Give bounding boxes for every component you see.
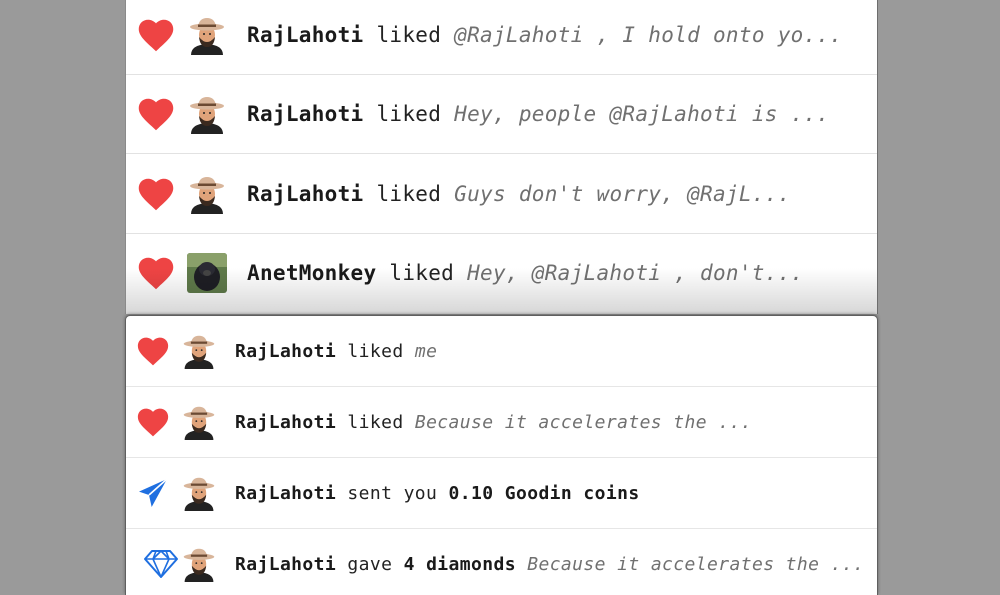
notification-text: RajLahoti liked me bbox=[235, 341, 437, 362]
action-verb: liked bbox=[347, 340, 404, 362]
action-verb: sent you bbox=[347, 482, 438, 504]
post-snippet[interactable]: Because it accelerates the ... bbox=[415, 412, 752, 433]
cowboy-hat-avatar[interactable] bbox=[187, 94, 227, 134]
notification-row[interactable]: RajLahoti liked @RajLahoti , I hold onto… bbox=[126, 0, 877, 75]
post-snippet[interactable]: Hey, @RajLahoti , don't... bbox=[467, 261, 804, 285]
username[interactable]: RajLahoti bbox=[235, 554, 336, 575]
notification-row[interactable]: RajLahoti liked Hey, people @RajLahoti i… bbox=[126, 75, 877, 154]
username[interactable]: AnetMonkey bbox=[247, 261, 376, 285]
diamond-amount: 4 diamonds bbox=[403, 553, 516, 575]
heart-icon bbox=[138, 177, 174, 211]
coin-amount: 0.10 Goodin coins bbox=[448, 482, 640, 504]
cowboy-hat-avatar[interactable] bbox=[181, 404, 217, 440]
username[interactable]: RajLahoti bbox=[247, 23, 364, 47]
action-verb: liked bbox=[376, 23, 442, 47]
username[interactable]: RajLahoti bbox=[235, 341, 336, 362]
action-verb: liked bbox=[376, 102, 442, 126]
notification-text: RajLahoti liked Because it accelerates t… bbox=[235, 412, 752, 433]
cowboy-hat-avatar[interactable] bbox=[187, 15, 227, 55]
notification-text: RajLahoti liked Hey, people @RajLahoti i… bbox=[247, 102, 829, 126]
diamond-icon bbox=[143, 548, 179, 580]
notification-row[interactable]: RajLahoti sent you 0.10 Goodin coins bbox=[126, 458, 877, 529]
action-verb: liked bbox=[376, 182, 442, 206]
cowboy-hat-avatar[interactable] bbox=[181, 333, 217, 369]
heart-icon bbox=[138, 18, 174, 52]
post-snippet[interactable]: Because it accelerates the ... bbox=[527, 554, 864, 575]
notifications-panel-back: RajLahoti liked @RajLahoti , I hold onto… bbox=[125, 0, 878, 314]
action-verb: liked bbox=[389, 261, 455, 285]
username[interactable]: RajLahoti bbox=[235, 483, 336, 504]
username[interactable]: RajLahoti bbox=[247, 102, 364, 126]
notification-row[interactable]: RajLahoti liked Guys don't worry, @RajL.… bbox=[126, 155, 877, 234]
cowboy-hat-avatar[interactable] bbox=[187, 174, 227, 214]
heart-icon bbox=[137, 336, 169, 366]
notification-text: AnetMonkey liked Hey, @RajLahoti , don't… bbox=[247, 261, 804, 285]
notification-row[interactable]: RajLahoti liked me bbox=[126, 316, 877, 387]
notification-text: RajLahoti gave 4 diamonds Because it acc… bbox=[235, 554, 864, 575]
notification-row[interactable]: RajLahoti gave 4 diamonds Because it acc… bbox=[126, 529, 877, 595]
notification-text: RajLahoti liked @RajLahoti , I hold onto… bbox=[247, 23, 842, 47]
heart-icon bbox=[138, 97, 174, 131]
post-snippet[interactable]: Guys don't worry, @RajL... bbox=[454, 182, 791, 206]
action-verb: gave bbox=[347, 553, 393, 575]
send-icon bbox=[137, 477, 169, 509]
post-snippet[interactable]: me bbox=[415, 341, 437, 362]
notifications-panel-front: RajLahoti liked me RajLahoti liked Becau… bbox=[125, 315, 878, 595]
notification-text: RajLahoti liked Guys don't worry, @RajL.… bbox=[247, 182, 791, 206]
monkey-photo-avatar[interactable] bbox=[187, 253, 227, 293]
username[interactable]: RajLahoti bbox=[247, 182, 364, 206]
heart-icon bbox=[138, 256, 174, 290]
action-verb: liked bbox=[347, 411, 404, 433]
cowboy-hat-avatar[interactable] bbox=[181, 546, 217, 582]
notification-text: RajLahoti sent you 0.10 Goodin coins bbox=[235, 483, 640, 504]
cowboy-hat-avatar[interactable] bbox=[181, 475, 217, 511]
heart-icon bbox=[137, 407, 169, 437]
notification-row[interactable]: RajLahoti liked Because it accelerates t… bbox=[126, 387, 877, 458]
username[interactable]: RajLahoti bbox=[235, 412, 336, 433]
post-snippet[interactable]: @RajLahoti , I hold onto yo... bbox=[454, 23, 842, 47]
notification-row[interactable]: AnetMonkey liked Hey, @RajLahoti , don't… bbox=[126, 234, 877, 312]
post-snippet[interactable]: Hey, people @RajLahoti is ... bbox=[454, 102, 829, 126]
